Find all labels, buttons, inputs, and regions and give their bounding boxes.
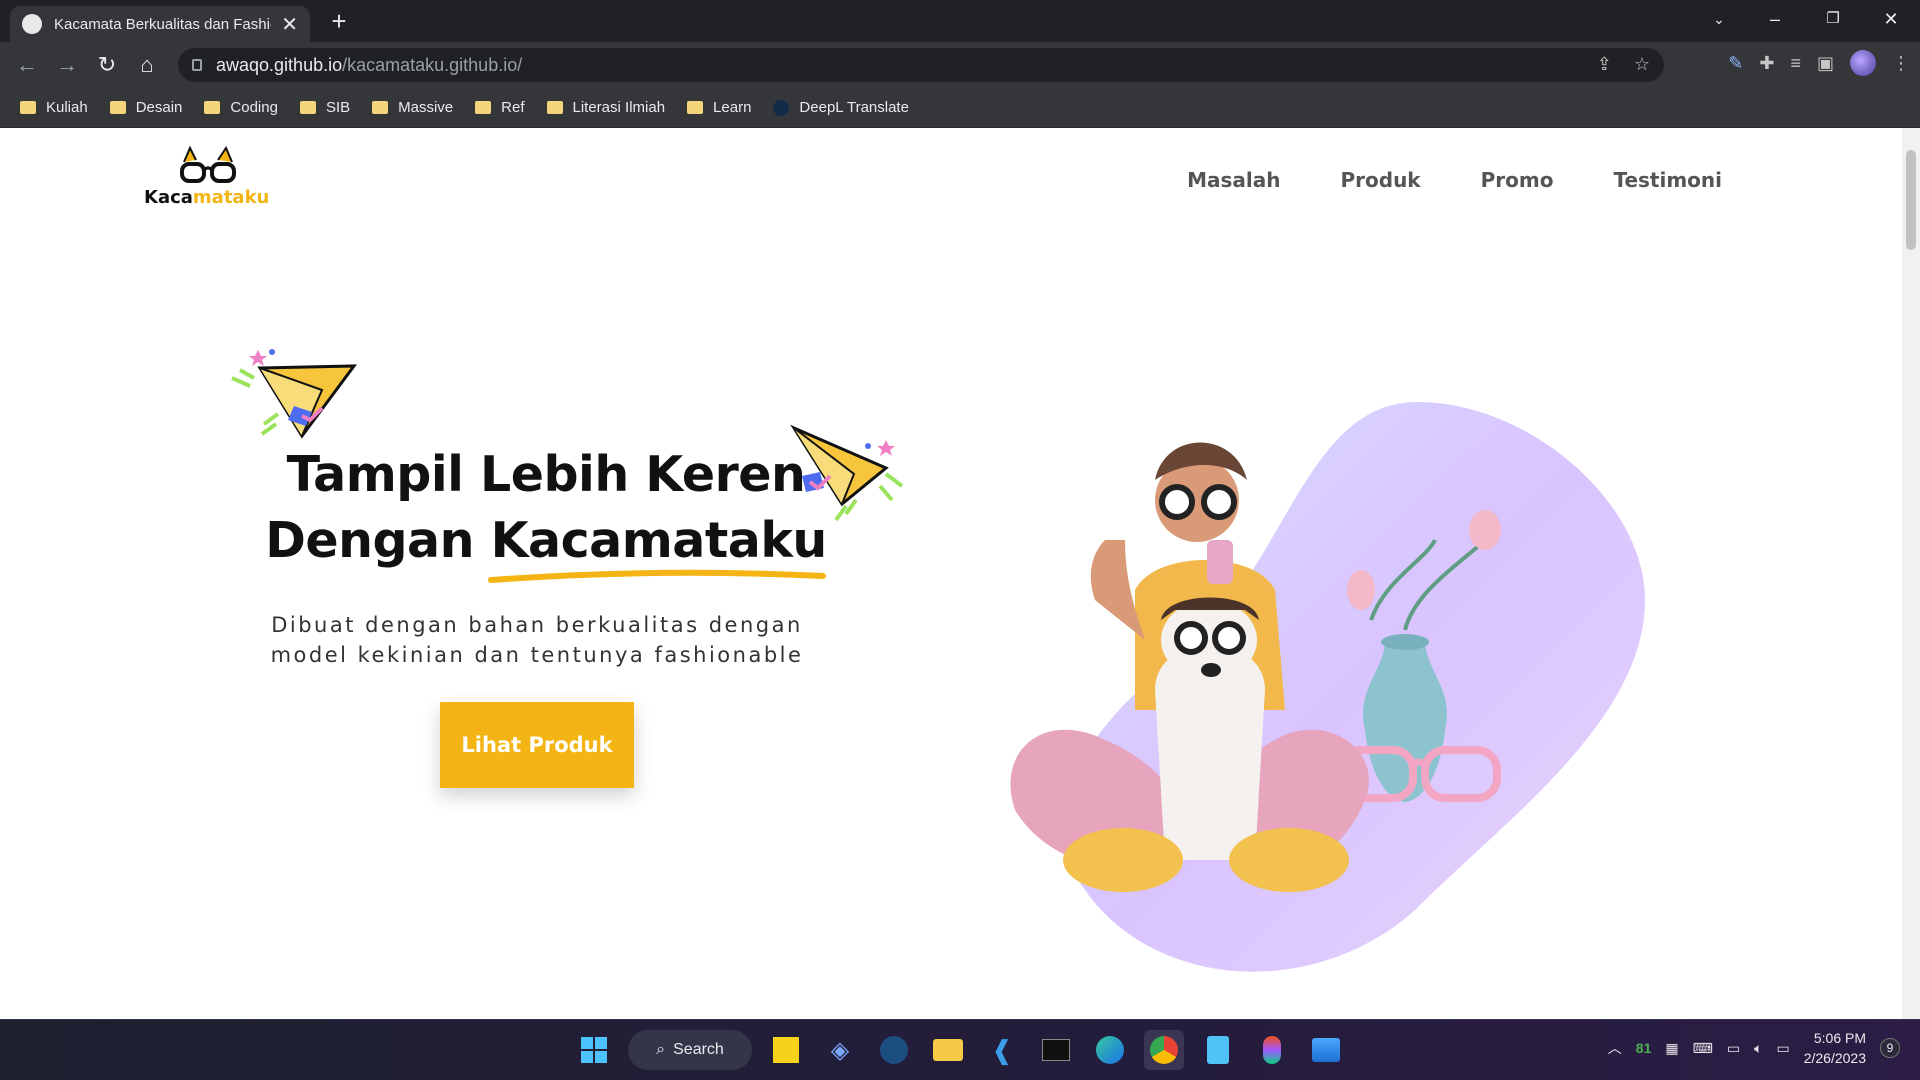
bookmark-ref[interactable]: Ref bbox=[475, 99, 525, 116]
more-menu-icon[interactable]: ⋮ bbox=[1892, 53, 1910, 74]
bookmark-massive[interactable]: Massive bbox=[372, 99, 453, 116]
bookmark-coding[interactable]: Coding bbox=[204, 99, 278, 116]
terminal-icon[interactable] bbox=[1036, 1030, 1076, 1070]
bookmark-kuliah[interactable]: Kuliah bbox=[20, 99, 88, 116]
sticky-notes-icon[interactable] bbox=[766, 1030, 806, 1070]
side-panel-icon[interactable]: ▣ bbox=[1817, 53, 1834, 74]
hero-title: Tampil Lebih Keren Dengan Kacamataku bbox=[236, 442, 856, 583]
url-path: /kacamataku.github.io/ bbox=[342, 54, 523, 75]
folder-icon bbox=[204, 101, 221, 114]
nav-testimoni[interactable]: Testimoni bbox=[1613, 168, 1722, 192]
folder-icon bbox=[20, 101, 36, 114]
webpage: Kacamataku Masalah Produk Promo Testimon… bbox=[0, 128, 1902, 1019]
site-favicon-icon bbox=[22, 14, 42, 34]
browser-toolbar: ← → ↻ ⌂ awaqo.github.io/kacamataku.githu… bbox=[0, 42, 1920, 88]
tab-strip: Kacamata Berkualitas dan Fashion ✕ + ⌄ –… bbox=[0, 0, 1920, 42]
volume-icon[interactable]: 🔈︎ bbox=[1754, 1040, 1762, 1057]
bookmark-deepl[interactable]: DeepL Translate bbox=[773, 99, 909, 116]
url-host: awaqo.github.io bbox=[216, 54, 343, 75]
battery-icon[interactable]: ▭ bbox=[1776, 1040, 1789, 1057]
folder-icon bbox=[546, 101, 563, 114]
notepad-icon[interactable] bbox=[1198, 1030, 1238, 1070]
bookmark-literasi-ilmiah[interactable]: Literasi Ilmiah bbox=[546, 99, 665, 116]
browser-tab[interactable]: Kacamata Berkualitas dan Fashion ✕ bbox=[10, 6, 310, 42]
lock-icon bbox=[192, 59, 202, 71]
folder-icon bbox=[299, 101, 316, 114]
hero-illustration bbox=[1010, 401, 1645, 972]
close-window-button[interactable]: ✕ bbox=[1862, 0, 1920, 38]
nav-produk[interactable]: Produk bbox=[1340, 168, 1420, 192]
glasses-cat-icon bbox=[180, 145, 236, 183]
bookmark-star-icon[interactable]: ☆ bbox=[1634, 54, 1650, 75]
logo-text: Kacamataku bbox=[144, 187, 270, 208]
forward-icon[interactable]: → bbox=[52, 50, 82, 80]
windows-taskbar: ⌕ Search ◈ ❰ ︿ 81 ▦ ⌨ ▭ 🔈︎ ▭ 5:06 PM 2/26… bbox=[0, 1019, 1920, 1080]
extensions-puzzle-icon[interactable]: ✚ bbox=[1759, 53, 1774, 74]
media-control-icon[interactable]: ≡ bbox=[1790, 53, 1801, 74]
folder-icon bbox=[109, 101, 126, 114]
file-explorer-icon[interactable] bbox=[928, 1030, 968, 1070]
reload-icon[interactable]: ↻ bbox=[92, 50, 122, 80]
vscode-icon[interactable]: ❰ bbox=[982, 1030, 1022, 1070]
taskbar-search[interactable]: ⌕ Search bbox=[628, 1030, 752, 1070]
nav-masalah[interactable]: Masalah bbox=[1187, 168, 1280, 192]
lihat-produk-button[interactable]: Lihat Produk bbox=[440, 702, 634, 788]
nav-promo[interactable]: Promo bbox=[1481, 168, 1554, 192]
tray-app-icon[interactable]: ▦ bbox=[1665, 1040, 1678, 1057]
clock[interactable]: 5:06 PM 2/26/2023 bbox=[1804, 1028, 1866, 1068]
site-logo[interactable]: Kacamataku bbox=[140, 142, 280, 212]
photos-icon[interactable] bbox=[1306, 1030, 1346, 1070]
bookmark-learn[interactable]: Learn bbox=[687, 99, 751, 116]
minimize-button[interactable]: – bbox=[1746, 0, 1804, 38]
home-icon[interactable]: ⌂ bbox=[132, 50, 162, 80]
steam-icon[interactable] bbox=[874, 1030, 914, 1070]
tray-counter: 81 bbox=[1635, 1040, 1652, 1056]
figma-icon[interactable] bbox=[1252, 1030, 1292, 1070]
folder-icon bbox=[475, 101, 492, 114]
underline-swoosh bbox=[487, 569, 826, 583]
scrollbar-thumb[interactable] bbox=[1906, 150, 1916, 250]
network-icon[interactable]: ▭ bbox=[1727, 1040, 1740, 1057]
tab-title: Kacamata Berkualitas dan Fashion bbox=[54, 15, 272, 33]
edge-icon[interactable] bbox=[1090, 1030, 1130, 1070]
search-icon: ⌕ bbox=[656, 1041, 666, 1058]
system-tray: ︿ 81 ▦ ⌨ ▭ 🔈︎ ▭ 5:06 PM 2/26/2023 9 bbox=[1608, 1028, 1900, 1068]
notification-badge[interactable]: 9 bbox=[1880, 1038, 1900, 1058]
hero-subtitle: Dibuat dengan bahan berkualitas dengan mo… bbox=[270, 613, 804, 667]
share-icon[interactable]: ⇪ bbox=[1597, 54, 1612, 75]
app-diamond-icon[interactable]: ◈ bbox=[820, 1030, 860, 1070]
bookmark-desain[interactable]: Desain bbox=[109, 99, 182, 116]
close-tab-icon[interactable]: ✕ bbox=[281, 12, 298, 37]
bookmark-sib[interactable]: SIB bbox=[299, 99, 350, 116]
new-tab-button[interactable]: + bbox=[324, 6, 354, 36]
back-icon[interactable]: ← bbox=[12, 50, 42, 80]
chrome-icon[interactable] bbox=[1144, 1030, 1184, 1070]
address-bar[interactable]: awaqo.github.io/kacamataku.github.io/ ⇪ … bbox=[178, 48, 1664, 82]
keyboard-icon[interactable]: ⌨ bbox=[1693, 1040, 1713, 1057]
restore-button[interactable]: ❐ bbox=[1804, 0, 1862, 38]
folder-icon bbox=[372, 101, 389, 114]
tab-search-icon[interactable]: ⌄ bbox=[1690, 0, 1748, 38]
profile-avatar[interactable] bbox=[1850, 50, 1876, 76]
deepl-icon bbox=[773, 99, 790, 116]
main-nav: Masalah Produk Promo Testimoni bbox=[1187, 168, 1722, 192]
chevron-up-icon[interactable]: ︿ bbox=[1608, 1038, 1622, 1058]
paper-plane-icon bbox=[231, 349, 358, 439]
bookmarks-bar: Kuliah Desain Coding SIB Massive Ref Lit… bbox=[0, 88, 1920, 128]
page-scrollbar[interactable] bbox=[1902, 128, 1920, 1019]
start-windows-icon[interactable] bbox=[574, 1030, 614, 1070]
folder-icon bbox=[687, 101, 704, 114]
extension-pen-icon[interactable]: ✎ bbox=[1728, 53, 1743, 74]
